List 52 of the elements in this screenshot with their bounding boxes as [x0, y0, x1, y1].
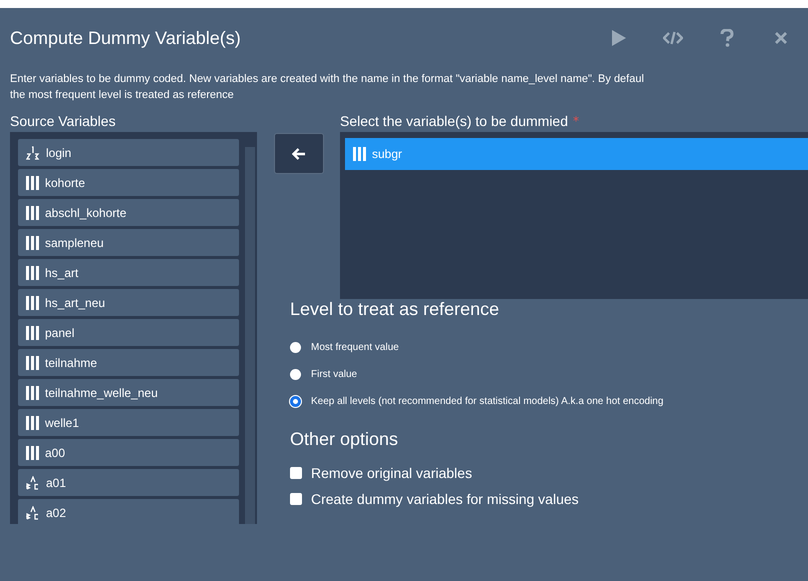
code-icon [663, 30, 683, 46]
bars-icon [26, 356, 39, 370]
play-icon [611, 29, 627, 47]
variable-item[interactable]: a00 [18, 439, 239, 466]
radio-button[interactable] [290, 396, 301, 407]
variable-item[interactable]: a01 [18, 469, 239, 496]
checkbox-label: Create dummy variables for missing values [311, 491, 579, 507]
letters-icon [26, 506, 40, 520]
bars-icon [26, 326, 39, 340]
move-left-button[interactable] [274, 133, 324, 174]
variable-item[interactable]: welle1 [18, 409, 239, 436]
checkbox[interactable] [290, 493, 302, 505]
description-text: Enter variables to be dummy coded. New variables are created with the name in the format "variable name_level name". By defaul [10, 72, 645, 87]
scrollbar[interactable] [245, 147, 255, 524]
variable-item[interactable]: hs_art_neu [18, 289, 239, 316]
target-variables-label: Select the variable(s) to be dummied [340, 113, 568, 129]
bars-icon [26, 206, 39, 220]
variable-item[interactable]: abschl_kohorte [18, 199, 239, 226]
bars-icon [26, 416, 39, 430]
checkbox[interactable] [290, 467, 302, 479]
description-text: the most frequent level is treated as reference [10, 88, 235, 103]
radio-button[interactable] [290, 369, 301, 380]
variable-item[interactable]: a02 [18, 499, 239, 524]
checkbox-label: Remove original variables [311, 465, 472, 481]
source-variables-label: Source Variables [10, 112, 117, 131]
variable-item[interactable]: sampleneu [18, 229, 239, 256]
bars-icon [353, 147, 366, 161]
radio-label: Keep all levels (not recommended for statistical models) A.k.a one hot encoding [311, 396, 664, 407]
bars-icon [26, 236, 39, 250]
variable-item[interactable]: login [18, 139, 239, 166]
variable-item[interactable]: hs_art [18, 259, 239, 286]
bars-icon [26, 296, 39, 310]
radio-button[interactable] [290, 342, 301, 353]
bars-icon [26, 176, 39, 190]
close-icon [775, 32, 787, 44]
bars-icon [26, 446, 39, 460]
bars-icon [26, 266, 39, 280]
dialog-title: Compute Dummy Variable(s) [10, 28, 241, 48]
number-scale-icon [26, 146, 40, 160]
radio-label: Most frequent value [311, 342, 399, 353]
variable-item[interactable]: kohorte [18, 169, 239, 196]
variable-item[interactable]: panel [18, 319, 239, 346]
bars-icon [26, 386, 39, 400]
reference-heading: Level to treat as reference [290, 299, 500, 320]
other-options-heading: Other options [290, 429, 400, 450]
letters-icon [26, 476, 40, 490]
variable-item[interactable]: teilnahme_welle_neu [18, 379, 239, 406]
radio-label: First value [311, 369, 358, 380]
required-mark: * [573, 114, 579, 128]
help-icon [720, 29, 734, 47]
variable-item[interactable]: teilnahme [18, 349, 239, 376]
left-arrow-icon [292, 148, 306, 160]
